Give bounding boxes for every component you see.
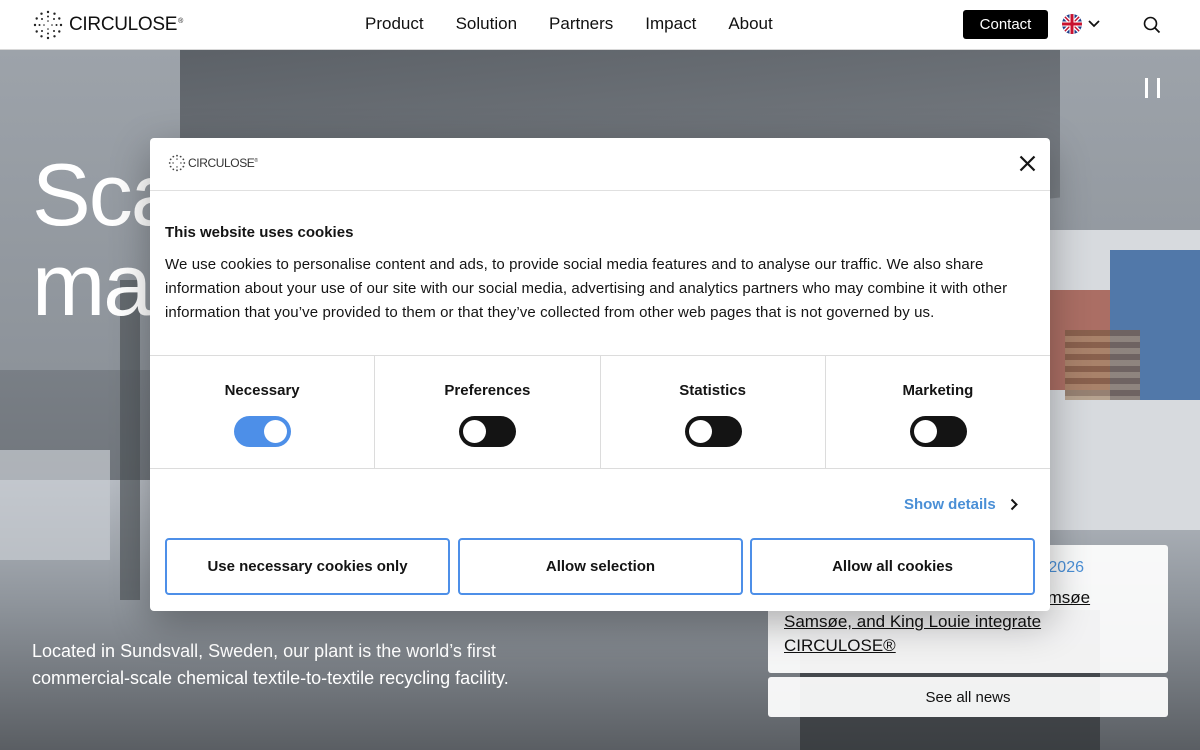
main-nav: Product Solution Partners Impact About: [365, 14, 773, 34]
category-label: Statistics: [679, 382, 746, 399]
search-icon: [1143, 16, 1161, 34]
nav-item-solution[interactable]: Solution: [456, 14, 517, 34]
category-marketing: Marketing: [826, 356, 1050, 468]
uk-flag-icon: [1062, 14, 1082, 34]
category-statistics: Statistics: [601, 356, 826, 468]
dialog-logo: CIRCULOSE®: [168, 154, 258, 172]
dialog-logo-text: CIRCULOSE®: [188, 156, 258, 170]
nav-item-about[interactable]: About: [728, 14, 772, 34]
necessary-toggle[interactable]: [234, 416, 292, 447]
site-logo[interactable]: CIRCULOSE®: [32, 9, 183, 41]
allow-selection-button[interactable]: Allow selection: [458, 538, 743, 595]
logo-text: CIRCULOSE®: [69, 14, 184, 35]
hero-background-crate: [0, 450, 110, 560]
contact-button[interactable]: Contact: [963, 10, 1048, 39]
nav-item-impact[interactable]: Impact: [645, 14, 696, 34]
show-details-link[interactable]: Show details: [904, 496, 1018, 513]
pause-video-button[interactable]: [1145, 78, 1163, 98]
language-selector[interactable]: [1062, 14, 1100, 34]
category-label: Marketing: [902, 382, 974, 399]
use-necessary-only-button[interactable]: Use necessary cookies only: [165, 538, 450, 595]
preferences-toggle[interactable]: [459, 416, 517, 447]
category-label: Necessary: [224, 382, 300, 399]
category-label: Preferences: [444, 382, 531, 399]
see-all-news-button[interactable]: See all news: [768, 677, 1168, 717]
marketing-toggle[interactable]: [909, 416, 967, 447]
allow-all-cookies-button[interactable]: Allow all cookies: [750, 538, 1035, 595]
hero-background-pallets: [1065, 330, 1140, 400]
show-details-label: Show details: [904, 496, 996, 513]
cookie-categories: Necessary Preferences Statistics Marketi…: [150, 355, 1050, 469]
hero-description: Located in Sundsvall, Sweden, our plant …: [32, 641, 509, 688]
close-icon: [1019, 155, 1036, 172]
close-dialog-button[interactable]: [1019, 155, 1036, 172]
category-preferences: Preferences: [375, 356, 601, 468]
toggle-knob: [463, 420, 487, 443]
dialog-header: CIRCULOSE®: [150, 138, 1050, 191]
search-button[interactable]: [1143, 16, 1161, 39]
nav-item-product[interactable]: Product: [365, 14, 424, 34]
toggle-knob: [688, 420, 712, 443]
chevron-down-icon: [1088, 20, 1100, 28]
chevron-right-icon: [1010, 498, 1018, 511]
toggle-knob: [913, 420, 937, 443]
dialog-title: This website uses cookies: [165, 224, 354, 241]
pause-icon: [1145, 78, 1148, 98]
circulose-logo-icon: [168, 154, 186, 172]
dialog-body-text: We use cookies to personalise content an…: [165, 256, 1008, 321]
category-necessary: Necessary: [150, 356, 376, 468]
cookie-consent-dialog: CIRCULOSE® This website uses cookies We …: [150, 138, 1050, 611]
statistics-toggle[interactable]: [684, 416, 742, 447]
pause-icon-bar: [1157, 78, 1160, 98]
circulose-logo-icon: [33, 10, 63, 40]
news-date: 2026: [1048, 559, 1084, 576]
site-header: CIRCULOSE® Product Solution Partners Imp…: [0, 0, 1200, 50]
toggle-knob: [264, 420, 288, 443]
nav-item-partners[interactable]: Partners: [549, 14, 613, 34]
